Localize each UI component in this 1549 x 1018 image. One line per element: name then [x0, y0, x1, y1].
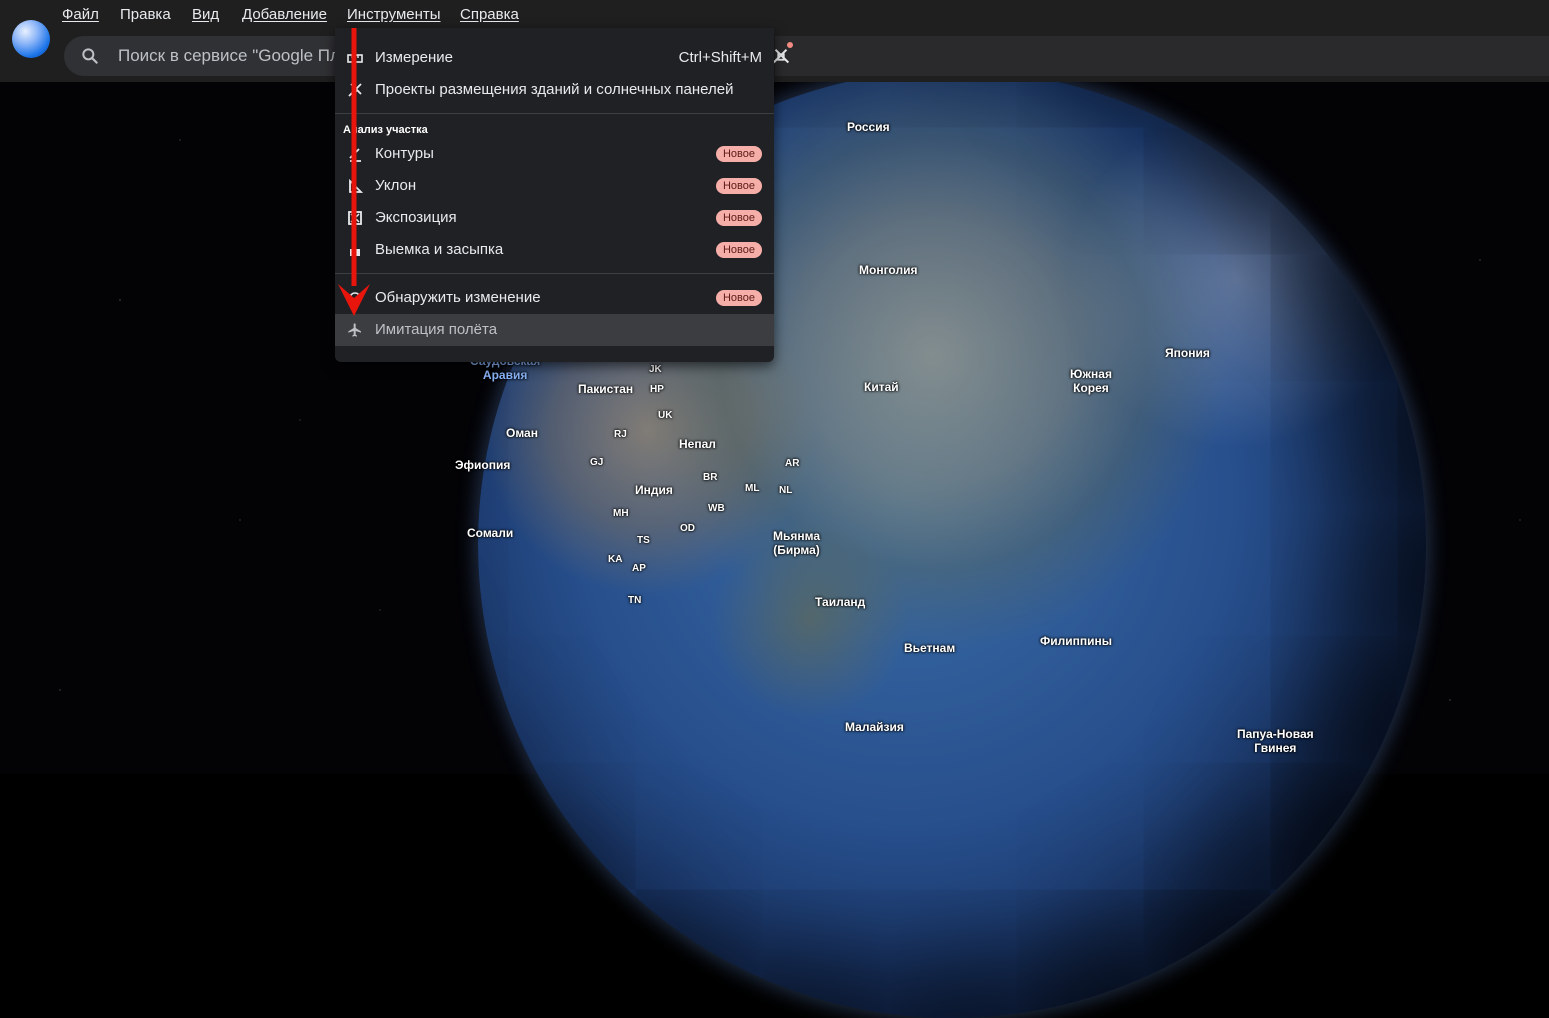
map-label-japan: Япония	[1165, 346, 1210, 360]
map-label-state: KA	[608, 554, 623, 565]
menu-item-label: Обнаружить изменение	[375, 289, 541, 306]
map-label-state: AP	[632, 563, 646, 574]
menu-item-label: Экспозиция	[375, 209, 457, 226]
menu-divider	[335, 113, 774, 114]
map-label-state: TS	[637, 535, 650, 546]
google-earth-logo-icon[interactable]	[12, 20, 50, 58]
menu-item-aspect[interactable]: Экспозиция Новое	[335, 202, 774, 234]
menu-divider	[335, 273, 774, 274]
menu-item-label: Выемка и засыпка	[375, 241, 504, 258]
menu-help[interactable]: Справка	[460, 6, 519, 23]
map-label-china: Китай	[864, 380, 899, 394]
map-label-state: ML	[745, 483, 760, 494]
map-label-mongolia: Монголия	[859, 263, 918, 277]
menu-item-label: Измерение	[375, 49, 454, 66]
map-label-philippines: Филиппины	[1040, 634, 1112, 648]
annotation-arrow	[338, 28, 370, 316]
toolbar-right-area	[775, 36, 1549, 76]
map-label-vietnam: Вьетнам	[904, 641, 956, 655]
menu-item-label: Имитация полёта	[375, 321, 498, 338]
new-badge: Новое	[715, 178, 762, 194]
map-label-malaysia: Малайзия	[845, 720, 904, 734]
menu-add[interactable]: Добавление	[242, 6, 327, 23]
new-badge: Новое	[715, 242, 762, 258]
map-label-state: NL	[779, 485, 793, 496]
tools-dropdown-menu: Измерение Ctrl+Shift+M Проекты размещени…	[335, 28, 774, 362]
map-label-pakistan: Пакистан	[578, 382, 634, 396]
menu-item-detect-change[interactable]: Обнаружить изменение Новое	[335, 282, 774, 314]
map-label-state: MH	[613, 508, 629, 519]
menu-item-label: Проекты размещения зданий и солнечных па…	[375, 81, 734, 98]
menu-tools[interactable]: Инструменты	[347, 6, 441, 23]
menu-view[interactable]: Вид	[192, 6, 219, 23]
airplane-icon	[348, 323, 361, 337]
map-label-ethiopia: Эфиопия	[455, 458, 511, 472]
map-label-russia: Россия	[847, 120, 890, 134]
menu-item-label: Контуры	[375, 145, 434, 162]
menu-item-flight-simulator[interactable]: Имитация полёта	[335, 314, 774, 346]
map-label-india: Индия	[635, 483, 673, 497]
map-label-state: GJ	[590, 457, 604, 468]
map-label-papua-new-guinea: Папуа-Новая Гвинея	[1237, 727, 1314, 755]
search-icon	[82, 48, 98, 64]
map-label-state: HP	[650, 384, 664, 395]
menu-item-label: Уклон	[375, 177, 417, 194]
menu-item-contours[interactable]: Контуры Новое	[335, 138, 774, 170]
menu-file[interactable]: Файл	[62, 6, 99, 23]
new-badge: Новое	[715, 146, 762, 162]
map-label-myanmar: Мьянма (Бирма)	[773, 529, 821, 557]
map-label-state: RJ	[614, 429, 627, 440]
map-label-state: TN	[628, 595, 642, 606]
menu-item-cut-fill[interactable]: Выемка и засыпка Новое	[335, 234, 774, 266]
map-label-state: JK	[649, 364, 662, 375]
menu-item-measure[interactable]: Измерение Ctrl+Shift+M	[335, 42, 774, 74]
map-label-somalia: Сомали	[467, 526, 514, 540]
map-label-state: OD	[680, 523, 695, 534]
new-badge: Новое	[715, 290, 762, 306]
map-label-thailand: Таиланд	[815, 595, 866, 609]
map-label-state: BR	[703, 472, 718, 483]
menu-edit[interactable]: Правка	[120, 6, 171, 23]
map-label-south-korea: Южная Корея	[1070, 367, 1112, 395]
new-badge: Новое	[715, 210, 762, 226]
map-label-state: UK	[658, 410, 673, 421]
map-label-oman: Оман	[506, 426, 538, 440]
map-label-state: AR	[785, 458, 800, 469]
map-label-state: WB	[708, 503, 725, 514]
menu-item-slope[interactable]: Уклон Новое	[335, 170, 774, 202]
menu-item-projects[interactable]: Проекты размещения зданий и солнечных па…	[335, 74, 774, 106]
menu-item-shortcut: Ctrl+Shift+M	[678, 49, 762, 66]
notification-dot	[787, 42, 793, 48]
map-label-nepal: Непал	[679, 437, 716, 451]
menu-bar: Файл Правка Вид Добавление Инструменты С…	[0, 0, 1549, 28]
